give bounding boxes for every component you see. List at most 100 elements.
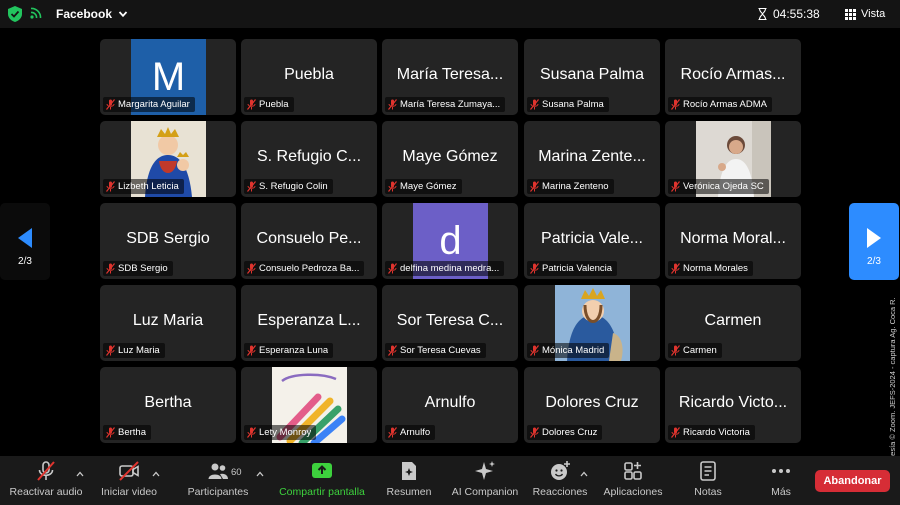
chevron-up-icon[interactable] — [76, 471, 84, 477]
share-screen-button[interactable]: Compartir pantalla — [276, 460, 368, 502]
chevron-up-icon[interactable] — [256, 471, 264, 477]
participant-caption-text: Margarita Aguilar — [118, 99, 190, 110]
participant-name: Rocío Armas... — [680, 66, 786, 83]
participant-caption: Rocío Armas ADMA — [668, 97, 772, 112]
participant-caption-text: Dolores Cruz — [542, 427, 598, 438]
participant-caption-text: Mónica Madrid — [542, 345, 605, 356]
participant-tile[interactable]: Maye Gómez Maye Gómez — [382, 121, 518, 197]
summary-button[interactable]: Resumen — [384, 460, 434, 502]
participant-tile[interactable]: Norma Moral... Norma Morales — [665, 203, 801, 279]
participant-caption: Patricia Valencia — [527, 261, 618, 276]
participant-tile[interactable]: Rocío Armas... Rocío Armas ADMA — [665, 39, 801, 115]
participant-tile[interactable]: Carmen Carmen — [665, 285, 801, 361]
signal-icon[interactable] — [30, 7, 42, 19]
more-button[interactable]: Más — [764, 460, 798, 502]
notes-button[interactable]: Notas — [688, 460, 728, 502]
meeting-timer[interactable]: 04:55:38 — [750, 3, 828, 25]
participants-icon — [208, 463, 228, 479]
apps-button[interactable]: Aplicaciones — [600, 460, 666, 502]
participant-tile[interactable]: María Teresa... María Teresa Zumaya... — [382, 39, 518, 115]
participant-tile[interactable]: S. Refugio C... S. Refugio Colin — [241, 121, 377, 197]
participant-caption: Carmen — [668, 343, 722, 358]
participant-name: Sor Teresa C... — [396, 312, 504, 329]
start-video-label: Iniciar video — [100, 486, 158, 498]
muted-mic-icon — [530, 263, 539, 274]
participant-tile[interactable]: d delfina medina medra... — [382, 203, 518, 279]
participant-name: Maye Gómez — [402, 148, 498, 165]
unmute-label: Reactivar audio — [9, 486, 83, 498]
participant-caption-text: Patricia Valencia — [542, 263, 613, 274]
chevron-up-icon[interactable] — [580, 471, 588, 477]
leave-button[interactable]: Abandonar — [815, 470, 890, 492]
apps-label: Aplicaciones — [603, 486, 663, 498]
participant-name: Dolores Cruz — [545, 394, 639, 411]
muted-mic-icon — [106, 345, 115, 356]
participant-caption: Dolores Cruz — [527, 425, 603, 440]
participant-tile[interactable]: Arnulfo Arnulfo — [382, 367, 518, 443]
participant-name: Bertha — [144, 394, 192, 411]
participant-caption-text: Maye Gómez — [400, 181, 457, 192]
participant-tile[interactable]: SDB Sergio SDB Sergio — [100, 203, 236, 279]
reactions-button[interactable]: Reacciones — [530, 460, 590, 502]
muted-mic-icon — [530, 99, 539, 110]
previous-page-button[interactable]: 2/3 — [0, 203, 50, 280]
start-video-button[interactable]: Iniciar video — [98, 460, 160, 502]
app-selector-label: Facebook — [56, 7, 113, 21]
participant-caption: Consuelo Pedroza Ba... — [244, 261, 365, 276]
notes-label: Notas — [694, 486, 722, 498]
page-indicator: 2/3 — [867, 256, 881, 267]
participant-tile[interactable]: Consuelo Pe... Consuelo Pedroza Ba... — [241, 203, 377, 279]
participant-caption: Verónica Ojeda SC — [668, 179, 769, 194]
participant-tile[interactable]: Patricia Vale... Patricia Valencia — [524, 203, 660, 279]
participant-tile[interactable]: Verónica Ojeda SC — [665, 121, 801, 197]
share-screen-label: Compartir pantalla — [279, 486, 365, 498]
video-off-icon — [119, 461, 139, 481]
app-selector[interactable]: Facebook — [48, 3, 136, 25]
view-button-label: Vista — [861, 8, 886, 20]
participant-tile[interactable]: M Margarita Aguilar — [100, 39, 236, 115]
ai-companion-button[interactable]: AI Companion — [448, 460, 522, 502]
participants-count: 60 — [231, 467, 242, 478]
participant-name: Susana Palma — [539, 66, 645, 83]
participant-caption-text: Bertha — [118, 427, 146, 438]
hourglass-icon — [758, 8, 767, 20]
participant-tile[interactable]: Ricardo Victo... Ricardo Victoria — [665, 367, 801, 443]
chevron-up-icon[interactable] — [152, 471, 160, 477]
participant-name: Luz Maria — [132, 312, 204, 329]
participant-tile[interactable]: Esperanza L... Esperanza Luna — [241, 285, 377, 361]
avatar-initial: M — [151, 54, 186, 99]
participant-caption: Ricardo Victoria — [668, 425, 755, 440]
participant-caption-text: Lizbeth Leticia — [118, 181, 179, 192]
participant-caption-text: Puebla — [259, 99, 289, 110]
unmute-button[interactable]: Reactivar audio — [8, 460, 84, 502]
participant-tile[interactable]: Bertha Bertha — [100, 367, 236, 443]
arrow-right-icon — [867, 228, 881, 248]
next-page-button[interactable]: 2/3 — [849, 203, 899, 280]
view-button[interactable]: Vista — [845, 3, 885, 25]
participant-tile[interactable]: Puebla Puebla — [241, 39, 377, 115]
participant-tile[interactable]: Dolores Cruz Dolores Cruz — [524, 367, 660, 443]
shield-check-icon[interactable] — [8, 6, 22, 22]
participant-tile[interactable]: Luz Maria Luz Maria — [100, 285, 236, 361]
muted-mic-icon — [247, 345, 256, 356]
participant-tile[interactable]: Susana Palma Susana Palma — [524, 39, 660, 115]
participant-caption: Maye Gómez — [385, 179, 462, 194]
participant-caption-text: Marina Zenteno — [542, 181, 609, 192]
muted-mic-icon — [530, 181, 539, 192]
participant-tile[interactable]: Marina Zente... Marina Zenteno — [524, 121, 660, 197]
participant-tile[interactable]: Lety Monroy — [241, 367, 377, 443]
participant-caption-text: delfina medina medra... — [400, 263, 500, 274]
avatar-initial: d — [439, 218, 462, 263]
participant-tile[interactable]: Mónica Madrid — [524, 285, 660, 361]
participant-name: Arnulfo — [424, 394, 476, 411]
participant-tile[interactable]: Lizbeth Leticia — [100, 121, 236, 197]
participant-name: Esperanza L... — [257, 312, 361, 329]
participant-tile[interactable]: Sor Teresa C... Sor Teresa Cuevas — [382, 285, 518, 361]
notes-icon — [700, 461, 716, 481]
mic-off-icon — [37, 461, 55, 481]
share-screen-icon — [312, 463, 332, 478]
emoji-icon — [551, 461, 570, 480]
participant-caption: Lizbeth Leticia — [103, 179, 184, 194]
apps-icon — [624, 462, 642, 480]
participant-name: Marina Zente... — [538, 148, 646, 165]
